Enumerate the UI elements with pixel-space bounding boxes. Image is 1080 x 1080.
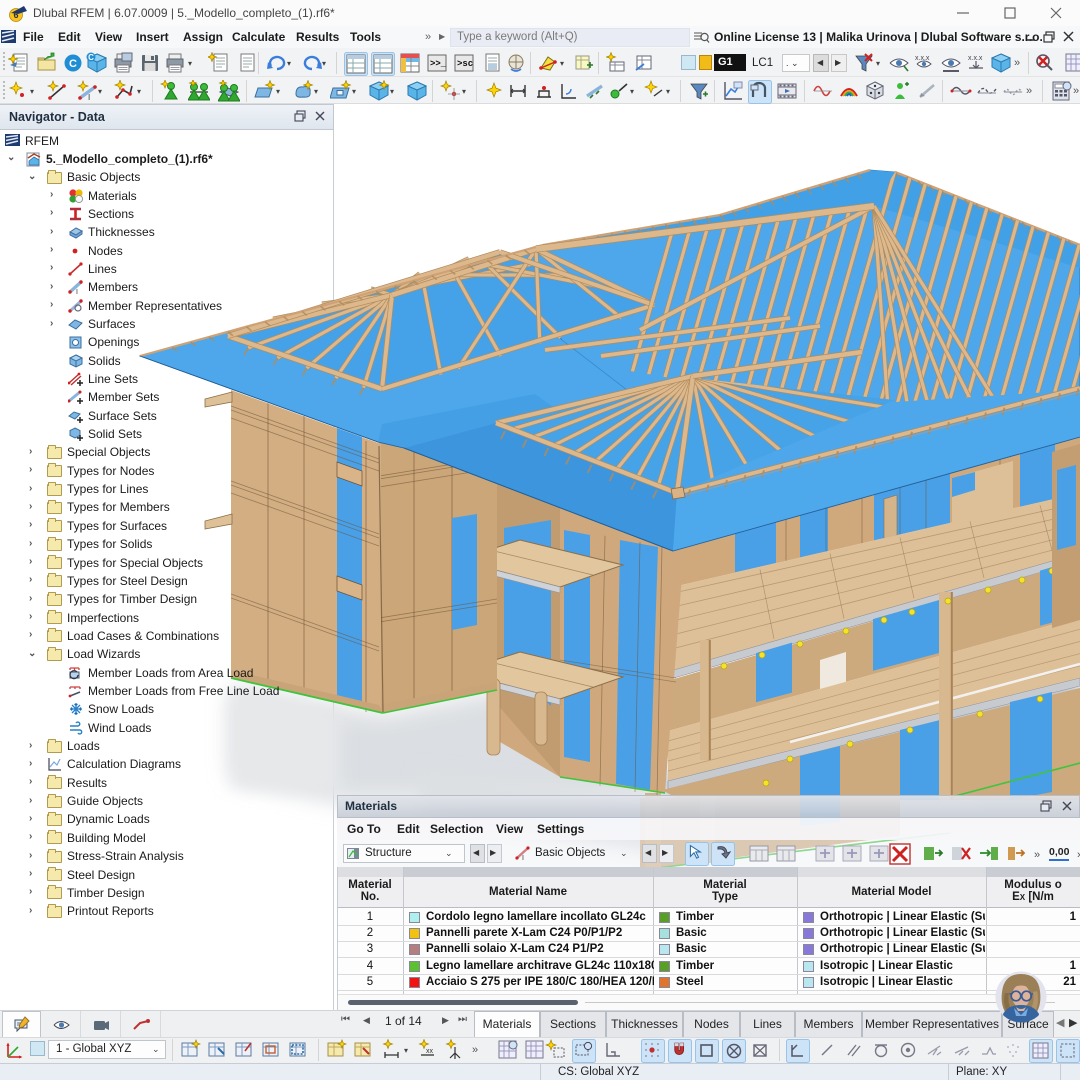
svg-text:C: C — [88, 53, 94, 62]
svg-text:I: I — [522, 855, 524, 861]
svg-text:C: C — [69, 58, 77, 70]
svg-text:>>_: >>_ — [430, 59, 447, 69]
svg-text:I: I — [76, 289, 78, 295]
svg-text:I: I — [88, 93, 90, 102]
svg-text:6: 6 — [13, 10, 18, 20]
svg-text:xx: xx — [426, 1048, 434, 1055]
svg-text:>sc: >sc — [457, 59, 473, 69]
svg-text:x.x.x: x.x.x — [968, 55, 983, 62]
